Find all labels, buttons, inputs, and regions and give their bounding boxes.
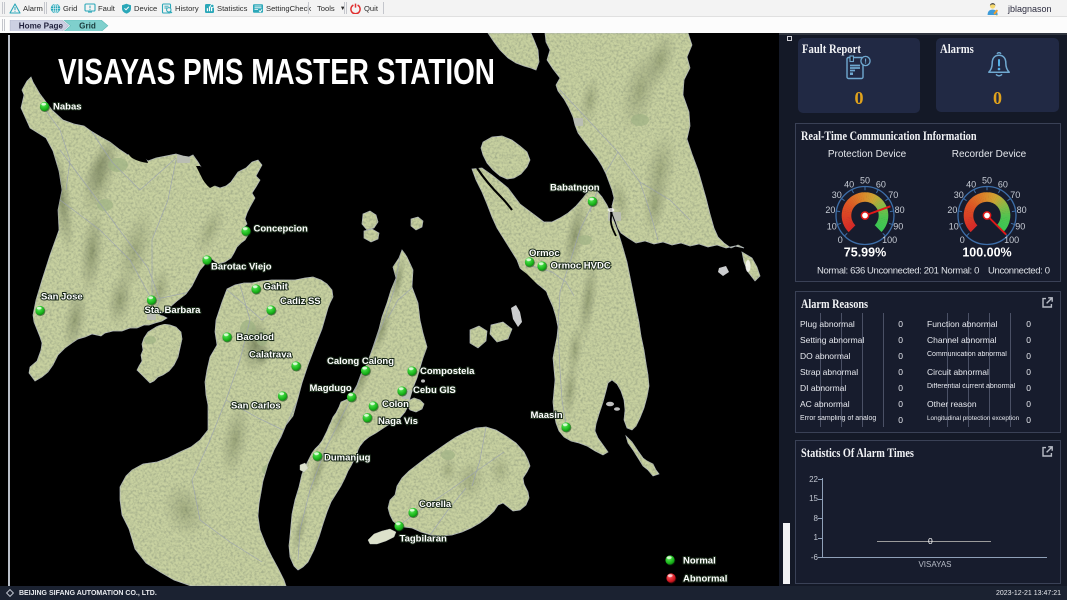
svg-text:90: 90 bbox=[1015, 221, 1025, 231]
svg-text:Normal: Normal bbox=[683, 556, 716, 567]
svg-text:Compostela: Compostela bbox=[420, 366, 475, 377]
svg-text:100: 100 bbox=[1004, 235, 1019, 245]
svg-text:Maasin: Maasin bbox=[531, 410, 563, 421]
svg-text:50: 50 bbox=[982, 176, 992, 186]
svg-text:70: 70 bbox=[888, 190, 898, 200]
svg-text:Home Page: Home Page bbox=[19, 21, 64, 30]
svg-text:10: 10 bbox=[949, 221, 959, 231]
svg-text:Gahit: Gahit bbox=[264, 282, 289, 293]
svg-text:Ormoc: Ormoc bbox=[529, 248, 560, 259]
svg-text:Bacolod: Bacolod bbox=[237, 332, 275, 343]
svg-text:Normal: 636: Normal: 636 bbox=[817, 266, 865, 277]
svg-text:Tagbilaran: Tagbilaran bbox=[400, 534, 448, 545]
svg-text:60: 60 bbox=[876, 179, 886, 189]
svg-text:20: 20 bbox=[825, 205, 835, 215]
svg-text:Normal: 0: Normal: 0 bbox=[941, 266, 979, 277]
svg-text:Abnormal: Abnormal bbox=[683, 574, 727, 585]
svg-text:Sta. Barbara: Sta. Barbara bbox=[145, 305, 202, 316]
svg-text:Cadiz SS: Cadiz SS bbox=[280, 296, 321, 307]
svg-text:Ormoc HVDC: Ormoc HVDC bbox=[551, 261, 611, 272]
svg-text:Unconnected: 201: Unconnected: 201 bbox=[867, 266, 939, 277]
svg-text:Magdugo: Magdugo bbox=[310, 383, 352, 394]
svg-text:40: 40 bbox=[966, 179, 976, 189]
svg-text:80: 80 bbox=[1017, 205, 1027, 215]
svg-text:50: 50 bbox=[860, 176, 870, 186]
svg-text:20: 20 bbox=[947, 205, 957, 215]
svg-text:San Jose: San Jose bbox=[41, 292, 83, 303]
svg-text:Naga Vis: Naga Vis bbox=[378, 416, 418, 427]
svg-text:40: 40 bbox=[844, 179, 854, 189]
svg-text:0: 0 bbox=[838, 235, 843, 245]
svg-text:Dumanjug: Dumanjug bbox=[324, 453, 371, 464]
svg-text:30: 30 bbox=[954, 190, 964, 200]
svg-text:60: 60 bbox=[998, 179, 1008, 189]
svg-text:100: 100 bbox=[882, 235, 897, 245]
svg-text:30: 30 bbox=[832, 190, 842, 200]
svg-text:Nabas: Nabas bbox=[53, 102, 82, 113]
svg-text:100.00%: 100.00% bbox=[962, 246, 1011, 260]
svg-text:Babatngon: Babatngon bbox=[550, 183, 600, 194]
svg-text:80: 80 bbox=[895, 205, 905, 215]
svg-text:75.99%: 75.99% bbox=[844, 246, 886, 260]
svg-text:Grid: Grid bbox=[79, 21, 96, 30]
svg-text:90: 90 bbox=[893, 221, 903, 231]
svg-text:Unconnected: 0: Unconnected: 0 bbox=[988, 266, 1050, 277]
svg-text:Barotac Viejo: Barotac Viejo bbox=[211, 262, 272, 273]
svg-text:Colon: Colon bbox=[382, 399, 409, 410]
svg-text:Cebu GIS: Cebu GIS bbox=[413, 385, 456, 396]
svg-text:Concepcion: Concepcion bbox=[254, 224, 309, 235]
svg-text:San Carlos: San Carlos bbox=[231, 401, 281, 412]
svg-text:10: 10 bbox=[827, 221, 837, 231]
svg-text:70: 70 bbox=[1010, 190, 1020, 200]
svg-text:Calatrava: Calatrava bbox=[249, 350, 292, 361]
svg-text:0: 0 bbox=[960, 235, 965, 245]
svg-text:Corella: Corella bbox=[419, 499, 452, 510]
svg-text:VISAYAS PMS MASTER STATION: VISAYAS PMS MASTER STATION bbox=[58, 52, 495, 92]
svg-text:Calong Calong: Calong Calong bbox=[327, 356, 394, 367]
